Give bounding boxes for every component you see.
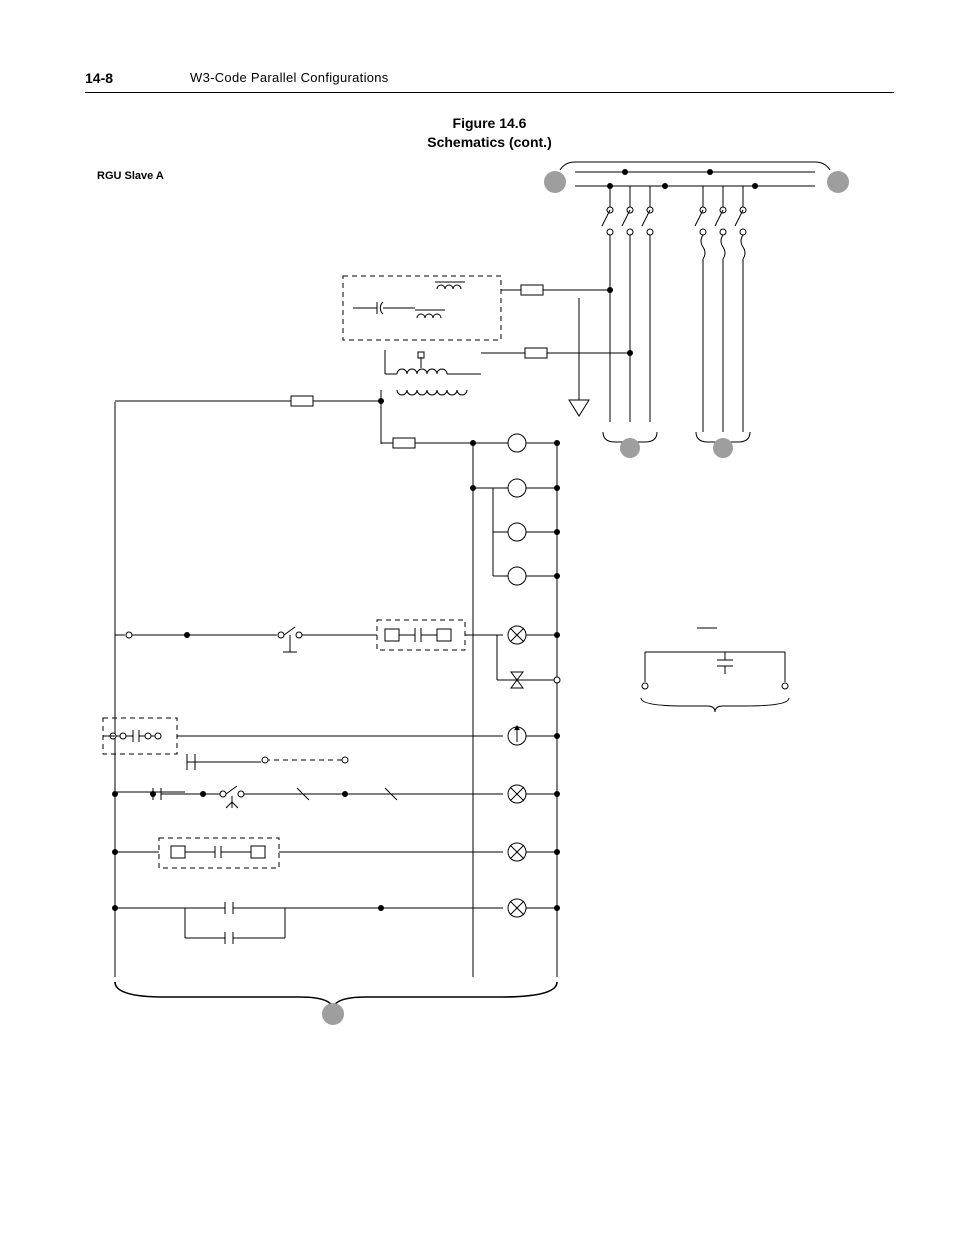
schematic-svg: RGU Slave A [85,152,894,1052]
header-rule [85,92,894,93]
page-number: 14-8 [85,70,113,86]
figure-title: Figure 14.6 Schematics (cont.) [85,114,894,152]
main-transformer [385,348,633,395]
figure-number: Figure 14.6 [85,114,894,133]
dc-bus-cap [641,628,789,712]
page-header: 14-8 W3-Code Parallel Configurations [85,70,894,100]
disconnect-right-fused [695,186,746,432]
figure-caption: Schematics (cont.) [85,133,894,152]
rgu-slave-label: RGU Slave A [97,170,164,182]
page: 14-8 W3-Code Parallel Configurations Fig… [0,0,954,1235]
section-title: W3-Code Parallel Configurations [190,70,389,85]
indicator-stack [470,434,560,585]
charge-relay-block [115,620,560,652]
disconnect-left [602,186,653,422]
